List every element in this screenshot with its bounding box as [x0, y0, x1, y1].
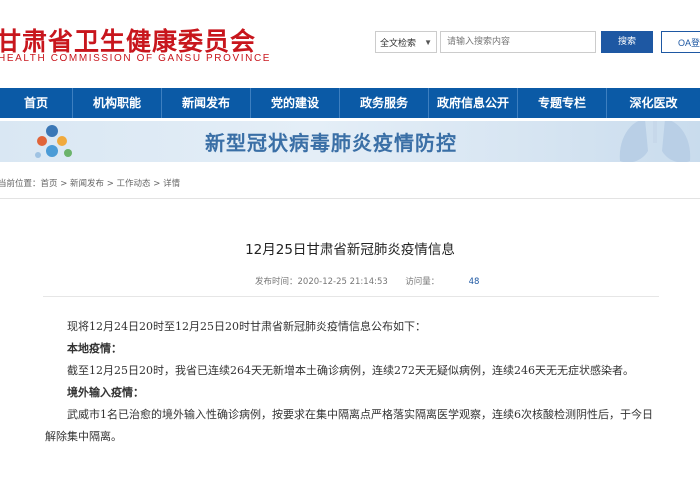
nav-item-reform[interactable]: 深化医改 — [607, 88, 700, 118]
nav-item-services[interactable]: 政务服务 — [340, 88, 429, 118]
nav-item-news[interactable]: 新闻发布 — [162, 88, 251, 118]
section-heading-local: 本地疫情： — [67, 342, 122, 355]
nav-item-organization[interactable]: 机构职能 — [73, 88, 162, 118]
nav-item-home[interactable]: 首页 — [0, 88, 73, 118]
search-input[interactable] — [440, 31, 596, 53]
epidemic-banner[interactable]: 新型冠状病毒肺炎疫情防控 — [0, 121, 700, 162]
oa-login-button[interactable]: OA登录 — [661, 31, 700, 53]
local-paragraph: 截至12月25日20时，我省已连续264天无新增本土确诊病例，连续272天无疑似… — [67, 364, 634, 377]
dropdown-arrow-icon: ▼ — [424, 38, 432, 47]
virus-emblem-icon — [35, 125, 72, 158]
publish-label: 发布时间： — [255, 277, 298, 287]
site-logo-subtitle: HEALTH COMMISSION OF GANSU PROVINCE — [0, 53, 272, 64]
lungs-decoration-icon — [619, 121, 691, 162]
article-body: 现将12月24日20时至12月25日20时甘肃省新冠肺炎疫情信息公布如下： 本地… — [45, 316, 656, 448]
nav-item-topics[interactable]: 专题专栏 — [518, 88, 607, 118]
title-divider — [43, 296, 659, 297]
article-meta: 发布时间：2020-12-25 21:14:53 访问量： 48 — [255, 275, 479, 287]
publish-time: 2020-12-25 21:14:53 — [297, 277, 388, 287]
intro-paragraph: 现将12月24日20时至12月25日20时甘肃省新冠肺炎疫情信息公布如下： — [67, 320, 426, 333]
article-title: 12月25日甘肃省新冠肺炎疫情信息 — [245, 242, 455, 258]
section-heading-imported: 境外输入疫情： — [67, 386, 144, 399]
nav-item-party[interactable]: 党的建设 — [251, 88, 340, 118]
breadcrumb-divider — [0, 198, 700, 199]
views-count: 48 — [468, 277, 480, 287]
search-scope-select[interactable]: 全文检索 ▼ — [375, 31, 437, 53]
site-header: 甘肃省卫生健康委员会 HEALTH COMMISSION OF GANSU PR… — [0, 0, 700, 88]
nav-item-info-disclosure[interactable]: 政府信息公开 — [429, 88, 518, 118]
views-label: 访问量： — [405, 277, 440, 287]
imported-paragraph: 武威市1名已治愈的境外输入性确诊病例，按要求在集中隔离点严格落实隔离医学观察，连… — [45, 408, 653, 443]
banner-title: 新型冠状病毒肺炎疫情防控 — [205, 131, 457, 155]
search-scope-value: 全文检索 — [380, 38, 417, 48]
search-button[interactable]: 搜索 — [601, 31, 653, 53]
main-nav: 首页 机构职能 新闻发布 党的建设 政务服务 政府信息公开 专题专栏 深化医改 — [0, 88, 700, 118]
breadcrumb: 当前位置：首页 > 新闻发布 > 工作动态 > 详情 — [0, 179, 181, 189]
